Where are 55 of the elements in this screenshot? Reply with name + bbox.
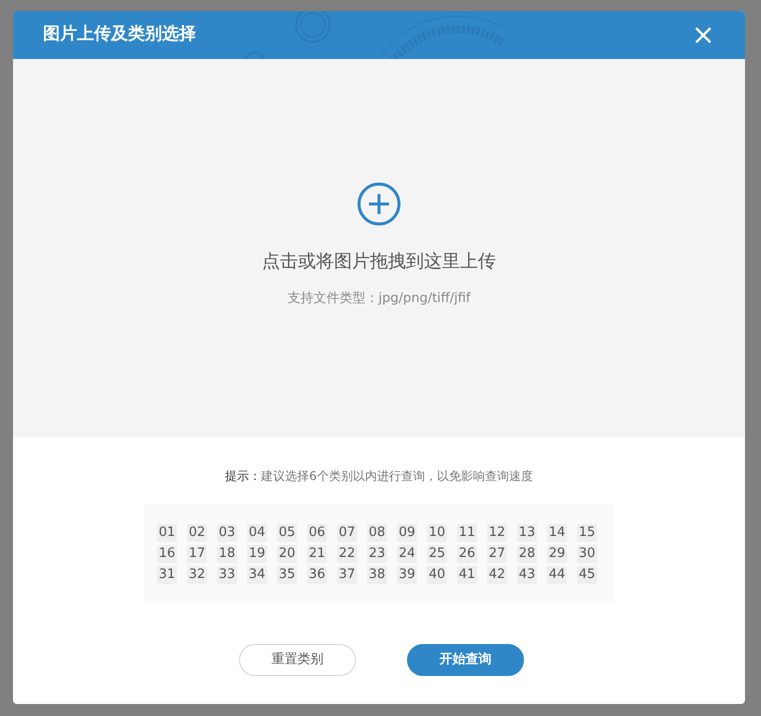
category-chip[interactable]: 32 <box>187 566 207 584</box>
category-chip[interactable]: 42 <box>487 566 507 584</box>
hint-text: 建议选择6个类别以内进行查询，以免影响查询速度 <box>261 468 533 485</box>
category-chip[interactable]: 17 <box>187 544 207 562</box>
category-chip[interactable]: 03 <box>217 524 237 542</box>
category-chip[interactable]: 40 <box>427 566 447 584</box>
upload-prompt: 点击或将图片拖拽到这里上传 <box>262 250 496 274</box>
search-button[interactable]: 开始查询 <box>407 644 524 676</box>
file-types-text: 支持文件类型：jpg/png/tiff/jfif <box>287 290 471 308</box>
category-chip[interactable]: 16 <box>157 544 177 562</box>
category-chip[interactable]: 07 <box>337 524 357 542</box>
category-chip[interactable]: 11 <box>457 524 477 542</box>
category-chip[interactable]: 38 <box>367 566 387 584</box>
category-chip[interactable]: 44 <box>547 566 567 584</box>
category-chip[interactable]: 28 <box>517 544 537 562</box>
category-chip[interactable]: 10 <box>427 524 447 542</box>
category-chip[interactable]: 22 <box>337 544 357 562</box>
category-chip[interactable]: 20 <box>277 544 297 562</box>
category-chip[interactable]: 36 <box>307 566 327 584</box>
category-chip[interactable]: 35 <box>277 566 297 584</box>
dialog-title: 图片上传及类别选择 <box>43 23 196 46</box>
category-chip[interactable]: 31 <box>157 566 177 584</box>
category-chip[interactable]: 04 <box>247 524 267 542</box>
category-chip[interactable]: 39 <box>397 566 417 584</box>
category-chip[interactable]: 41 <box>457 566 477 584</box>
category-chip[interactable]: 18 <box>217 544 237 562</box>
category-chip[interactable]: 01 <box>157 524 177 542</box>
category-chip[interactable]: 27 <box>487 544 507 562</box>
category-chip[interactable]: 43 <box>517 566 537 584</box>
upload-area[interactable]: 点击或将图片拖拽到这里上传 支持文件类型：jpg/png/tiff/jfif <box>13 59 745 437</box>
category-chip[interactable]: 37 <box>337 566 357 584</box>
category-chip[interactable]: 02 <box>187 524 207 542</box>
category-chip[interactable]: 45 <box>577 566 597 584</box>
category-chip[interactable]: 21 <box>307 544 327 562</box>
add-icon <box>357 182 401 226</box>
category-chip[interactable]: 14 <box>547 524 567 542</box>
category-chip[interactable]: 30 <box>577 544 597 562</box>
category-chip[interactable]: 34 <box>247 566 267 584</box>
category-chip[interactable]: 15 <box>577 524 597 542</box>
category-chip[interactable]: 23 <box>367 544 387 562</box>
category-chip[interactable]: 12 <box>487 524 507 542</box>
category-chip[interactable]: 33 <box>217 566 237 584</box>
hint-label: 提示： <box>225 468 262 485</box>
category-chip[interactable]: 29 <box>547 544 567 562</box>
category-chip[interactable]: 25 <box>427 544 447 562</box>
category-chip[interactable]: 09 <box>397 524 417 542</box>
category-chip[interactable]: 26 <box>457 544 477 562</box>
category-chip[interactable]: 13 <box>517 524 537 542</box>
close-button[interactable]: × <box>692 21 715 49</box>
category-chip[interactable]: 08 <box>367 524 387 542</box>
category-chip[interactable]: 19 <box>247 544 267 562</box>
category-chip[interactable]: 06 <box>307 524 327 542</box>
category-chip[interactable]: 24 <box>397 544 417 562</box>
category-chip[interactable]: 05 <box>277 524 297 542</box>
reset-button[interactable]: 重置类别 <box>239 644 356 676</box>
